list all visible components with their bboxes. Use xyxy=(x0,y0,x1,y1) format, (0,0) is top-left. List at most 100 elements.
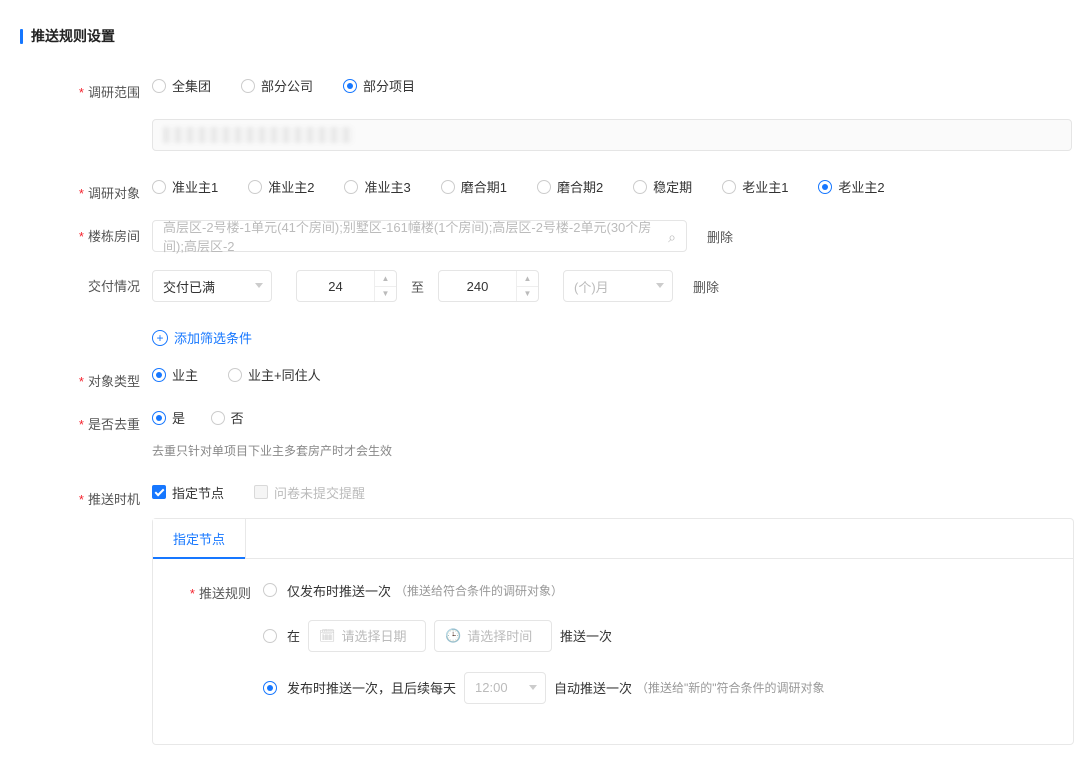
objtype-radio-owner-cohab[interactable]: 业主+同住人 xyxy=(228,365,321,384)
dedupe-note: 去重只针对单项目下业主多套房产时才会生效 xyxy=(152,442,392,459)
radio-label: 全集团 xyxy=(172,76,211,95)
scope-radio-all[interactable]: 全集团 xyxy=(152,76,211,95)
radio-icon xyxy=(722,180,736,194)
radio-icon xyxy=(211,411,225,425)
target-radio-6[interactable]: 老业主1 xyxy=(722,177,788,196)
range-separator: 至 xyxy=(405,277,430,296)
pushrule-opt3-hint: （推送给"新的"符合条件的调研对象 xyxy=(636,679,825,696)
stepper-down-icon[interactable]: ▼ xyxy=(375,287,396,302)
delivery-to-stepper[interactable]: 240 ▲▼ xyxy=(438,270,539,302)
scope-radio-project[interactable]: 部分项目 xyxy=(343,76,415,95)
delivery-label: 交付情况 xyxy=(20,270,152,295)
pushrule-opt3-prefix: 发布时推送一次，且后续每天 xyxy=(287,678,456,697)
pushrule-radio-once[interactable]: 仅发布时推送一次 （推送给符合条件的调研对象） xyxy=(263,581,563,600)
radio-label: 磨合期1 xyxy=(461,177,507,196)
clock-icon: 🕒 xyxy=(445,628,461,644)
targets-label: 调研对象 xyxy=(20,177,152,202)
delivery-unit-value: (个)月 xyxy=(574,277,609,296)
building-value: 高层区-2号楼-1单元(41个房间);别墅区-161幢楼(1个房间);高层区-2… xyxy=(163,217,658,255)
radio-icon xyxy=(343,79,357,93)
radio-label: 稳定期 xyxy=(653,177,692,196)
dedupe-label: 是否去重 xyxy=(20,408,152,433)
building-label: 楼栋房间 xyxy=(20,220,152,245)
building-delete-link[interactable]: 删除 xyxy=(707,227,733,246)
add-filter-button[interactable]: + 添加筛选条件 xyxy=(152,328,252,347)
delivery-status-value: 交付已满 xyxy=(163,277,215,296)
pushrule-radio-at[interactable]: 在 🗓 请选择日期 🕒 请选择时间 xyxy=(263,620,612,652)
delivery-unit-select[interactable]: (个)月 xyxy=(563,270,673,302)
timing-label: 推送时机 xyxy=(20,483,152,508)
delivery-from-stepper[interactable]: 24 ▲▼ xyxy=(296,270,397,302)
timing-checkbox-node[interactable]: 指定节点 xyxy=(152,483,224,502)
scope-radio-company[interactable]: 部分公司 xyxy=(241,76,313,95)
pushrule-date-input[interactable]: 🗓 请选择日期 xyxy=(308,620,426,652)
stepper-value: 240 xyxy=(439,279,516,294)
radio-icon xyxy=(152,411,166,425)
radio-label: 否 xyxy=(231,408,244,427)
objtype-radio-owner[interactable]: 业主 xyxy=(152,365,198,384)
building-select[interactable]: 高层区-2号楼-1单元(41个房间);别墅区-161幢楼(1个房间);高层区-2… xyxy=(152,220,687,252)
radio-icon xyxy=(152,79,166,93)
tab-specified-node[interactable]: 指定节点 xyxy=(153,519,246,558)
scope-label: 调研范围 xyxy=(20,76,152,101)
radio-label: 老业主2 xyxy=(838,177,884,196)
pushrule-radio-daily[interactable]: 发布时推送一次，且后续每天 12:00 自动推送一次 （推送给"新的"符合条件的… xyxy=(263,672,825,704)
pushrule-opt1-hint: （推送给符合条件的调研对象） xyxy=(395,582,563,599)
target-radio-1[interactable]: 准业主2 xyxy=(248,177,314,196)
add-filter-label: 添加筛选条件 xyxy=(174,328,252,347)
stepper-down-icon[interactable]: ▼ xyxy=(517,287,538,302)
radio-icon xyxy=(263,629,277,643)
pushrule-time-input[interactable]: 🕒 请选择时间 xyxy=(434,620,552,652)
timing-tabs: 指定节点 推送规则 仅发布时推送一次 （推送给符合条件的调研对象） 在 xyxy=(152,518,1074,745)
target-radio-7[interactable]: 老业主2 xyxy=(818,177,884,196)
radio-label: 业主+同住人 xyxy=(248,365,321,384)
spacer xyxy=(20,320,152,326)
radio-label: 部分公司 xyxy=(261,76,313,95)
target-radio-0[interactable]: 准业主1 xyxy=(152,177,218,196)
dedupe-radio-yes[interactable]: 是 xyxy=(152,408,185,427)
checkbox-icon xyxy=(254,485,268,499)
radio-label: 准业主1 xyxy=(172,177,218,196)
radio-icon xyxy=(241,79,255,93)
pushrule-daily-time-select[interactable]: 12:00 xyxy=(464,672,546,704)
target-radio-4[interactable]: 磨合期2 xyxy=(537,177,603,196)
delivery-status-select[interactable]: 交付已满 xyxy=(152,270,272,302)
stepper-up-icon[interactable]: ▲ xyxy=(375,271,396,287)
radio-icon xyxy=(633,180,647,194)
pushrule-opt2-suffix: 推送一次 xyxy=(560,626,612,645)
dedupe-radio-no[interactable]: 否 xyxy=(211,408,244,427)
radio-icon xyxy=(248,180,262,194)
checkbox-label: 指定节点 xyxy=(172,483,224,502)
target-radio-3[interactable]: 磨合期1 xyxy=(441,177,507,196)
checkbox-label: 问卷未提交提醒 xyxy=(274,483,365,502)
radio-icon xyxy=(441,180,455,194)
radio-label: 老业主1 xyxy=(742,177,788,196)
spacer xyxy=(20,119,152,125)
scope-value-input[interactable] xyxy=(152,119,1072,151)
redacted-content xyxy=(163,127,353,143)
radio-label: 业主 xyxy=(172,365,198,384)
stepper-up-icon[interactable]: ▲ xyxy=(517,271,538,287)
pushrule-label: 推送规则 xyxy=(173,581,263,602)
checkbox-icon xyxy=(152,485,166,499)
radio-icon xyxy=(228,368,242,382)
target-radio-2[interactable]: 准业主3 xyxy=(344,177,410,196)
calendar-icon: 🗓 xyxy=(319,628,336,644)
target-radio-5[interactable]: 稳定期 xyxy=(633,177,692,196)
pushrule-opt1-text: 仅发布时推送一次 xyxy=(287,581,391,600)
plus-icon: + xyxy=(152,330,168,346)
radio-icon xyxy=(152,180,166,194)
radio-label: 准业主2 xyxy=(268,177,314,196)
search-icon: ⌕ xyxy=(668,229,676,246)
time-placeholder: 请选择时间 xyxy=(467,626,532,645)
radio-label: 磨合期2 xyxy=(557,177,603,196)
header-accent-bar xyxy=(20,29,23,44)
radio-icon xyxy=(537,180,551,194)
stepper-value: 24 xyxy=(297,279,374,294)
section-header: 推送规则设置 xyxy=(20,26,1060,46)
pushrule-opt3-mid: 自动推送一次 xyxy=(554,678,632,697)
radio-icon xyxy=(263,681,277,695)
delivery-delete-link[interactable]: 删除 xyxy=(693,277,719,296)
timing-checkbox-reminder: 问卷未提交提醒 xyxy=(254,483,365,502)
chevron-down-icon xyxy=(255,283,263,288)
